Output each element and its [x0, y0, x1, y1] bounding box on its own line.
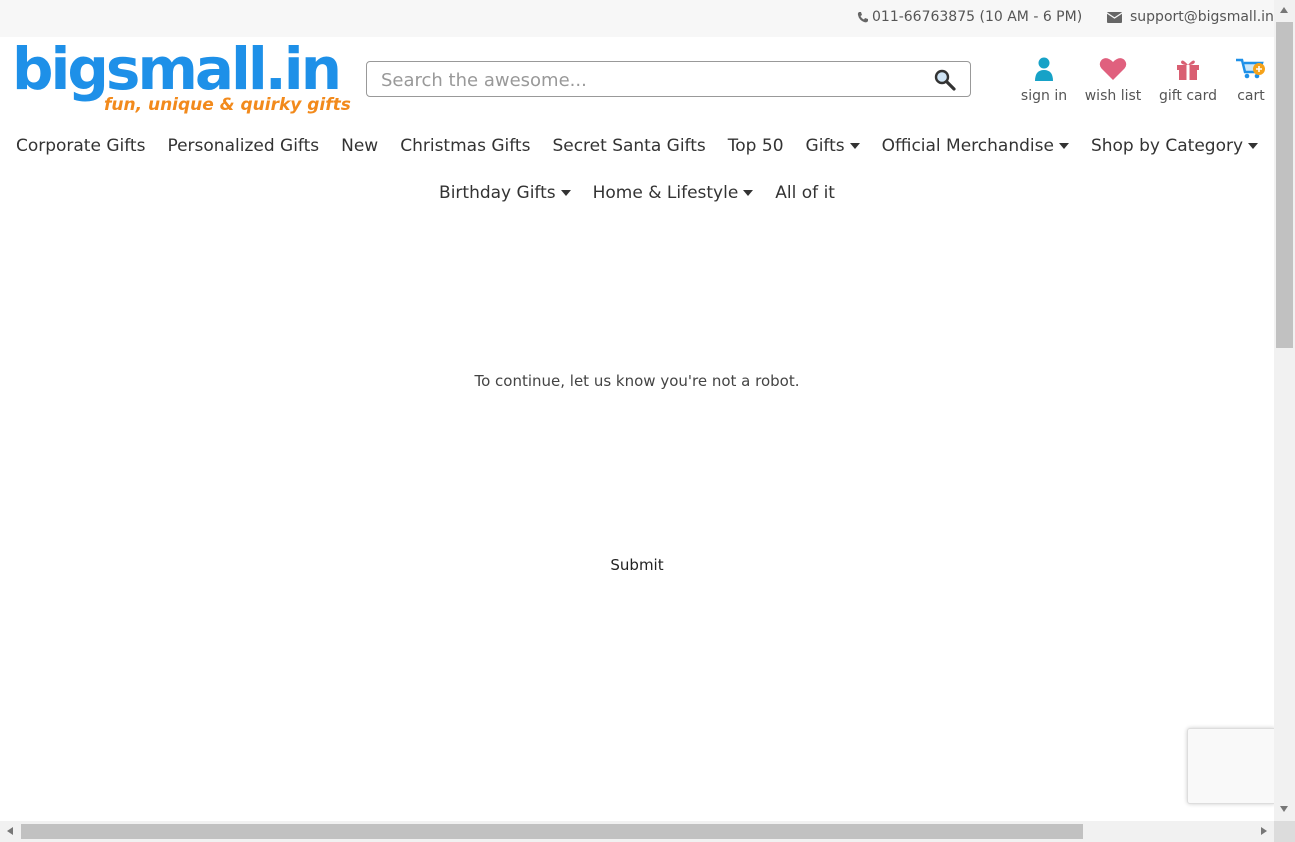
horizontal-scrollbar[interactable]	[0, 821, 1274, 842]
wish-list-label: wish list	[1084, 88, 1142, 104]
email-contact[interactable]: support@bigsmall.in	[1107, 9, 1274, 25]
site-logo[interactable]: bigsmall.in fun, unique & quirky gifts	[12, 35, 351, 119]
main-nav-row-1: Corporate Gifts Personalized Gifts New C…	[0, 136, 1274, 156]
nav-all-of-it[interactable]: All of it	[775, 183, 835, 203]
phone-icon	[857, 12, 868, 23]
search-button[interactable]	[934, 69, 958, 91]
nav-label: Corporate Gifts	[15, 136, 146, 156]
horizontal-scroll-thumb[interactable]	[21, 824, 1083, 839]
caret-down-icon	[560, 190, 571, 196]
nav-top-50[interactable]: Top 50	[728, 136, 784, 156]
nav-home-lifestyle-dropdown[interactable]: Home & Lifestyle	[593, 183, 754, 203]
search-input[interactable]	[379, 66, 923, 94]
nav-birthday-gifts-dropdown[interactable]: Birthday Gifts	[439, 183, 571, 203]
nav-label: Official Merchandise	[881, 136, 1054, 156]
main-nav-row-2: Birthday Gifts Home & Lifestyle All of i…	[0, 183, 1274, 203]
user-icon	[1035, 57, 1053, 81]
wish-list-link[interactable]: wish list	[1083, 54, 1143, 104]
envelope-icon	[1107, 11, 1122, 23]
nav-gifts-dropdown[interactable]: Gifts	[806, 136, 860, 156]
robot-check-message: To continue, let us know you're not a ro…	[474, 372, 800, 390]
nav-official-merchandise-dropdown[interactable]: Official Merchandise	[882, 136, 1069, 156]
nav-label: Gifts	[805, 136, 845, 156]
nav-label: Shop by Category	[1090, 136, 1244, 156]
nav-label: Christmas Gifts	[400, 136, 531, 156]
caret-down-icon	[849, 143, 860, 149]
sign-in-link[interactable]: sign in	[1019, 54, 1069, 104]
caret-down-icon	[743, 190, 754, 196]
nav-label: New	[341, 136, 379, 156]
caret-down-icon	[1058, 143, 1069, 149]
nav-personalized-gifts[interactable]: Personalized Gifts	[167, 136, 319, 156]
nav-label: All of it	[775, 183, 835, 203]
gift-card-label: gift card	[1158, 88, 1218, 104]
vertical-scroll-thumb[interactable]	[1276, 22, 1293, 348]
search-icon	[934, 69, 956, 91]
logo-tagline: fun, unique & quirky gifts	[104, 95, 351, 115]
heart-icon	[1099, 58, 1127, 80]
caret-down-icon	[1248, 143, 1259, 149]
cart-link[interactable]: cart	[1232, 54, 1270, 104]
nav-new[interactable]: New	[341, 136, 378, 156]
recaptcha-badge[interactable]	[1187, 728, 1275, 804]
nav-label: Birthday Gifts	[439, 183, 556, 203]
phone-contact[interactable]: 011-66763875 (10 AM - 6 PM)	[857, 9, 1082, 25]
gift-icon	[1177, 60, 1199, 80]
scroll-down-arrow-icon[interactable]	[1280, 806, 1288, 812]
cart-icon	[1236, 58, 1265, 79]
gift-card-link[interactable]: gift card	[1158, 54, 1218, 104]
sign-in-label: sign in	[1020, 88, 1068, 104]
nav-corporate-gifts[interactable]: Corporate Gifts	[16, 136, 146, 156]
nav-shop-by-category-dropdown[interactable]: Shop by Category	[1090, 136, 1259, 156]
submit-button[interactable]: Submit	[600, 554, 674, 576]
support-email: support@bigsmall.in	[1130, 9, 1274, 25]
scroll-left-arrow-icon[interactable]	[7, 827, 13, 835]
nav-label: Home & Lifestyle	[592, 183, 739, 203]
logo-brand-text: bigsmall.in	[12, 35, 342, 103]
nav-label: Personalized Gifts	[167, 136, 320, 156]
search-bar	[366, 61, 971, 97]
top-contact-bar: 011-66763875 (10 AM - 6 PM) support@bigs…	[0, 0, 1274, 37]
vertical-scrollbar[interactable]	[1274, 0, 1295, 821]
scrollbar-corner	[1274, 821, 1295, 842]
nav-secret-santa-gifts[interactable]: Secret Santa Gifts	[552, 136, 705, 156]
scroll-up-arrow-icon[interactable]	[1280, 7, 1288, 13]
cart-label: cart	[1237, 88, 1265, 104]
nav-label: Top 50	[727, 136, 784, 156]
nav-label: Secret Santa Gifts	[552, 136, 706, 156]
nav-christmas-gifts[interactable]: Christmas Gifts	[400, 136, 530, 156]
scroll-right-arrow-icon[interactable]	[1261, 827, 1267, 835]
phone-number: 011-66763875 (10 AM - 6 PM)	[872, 9, 1083, 25]
